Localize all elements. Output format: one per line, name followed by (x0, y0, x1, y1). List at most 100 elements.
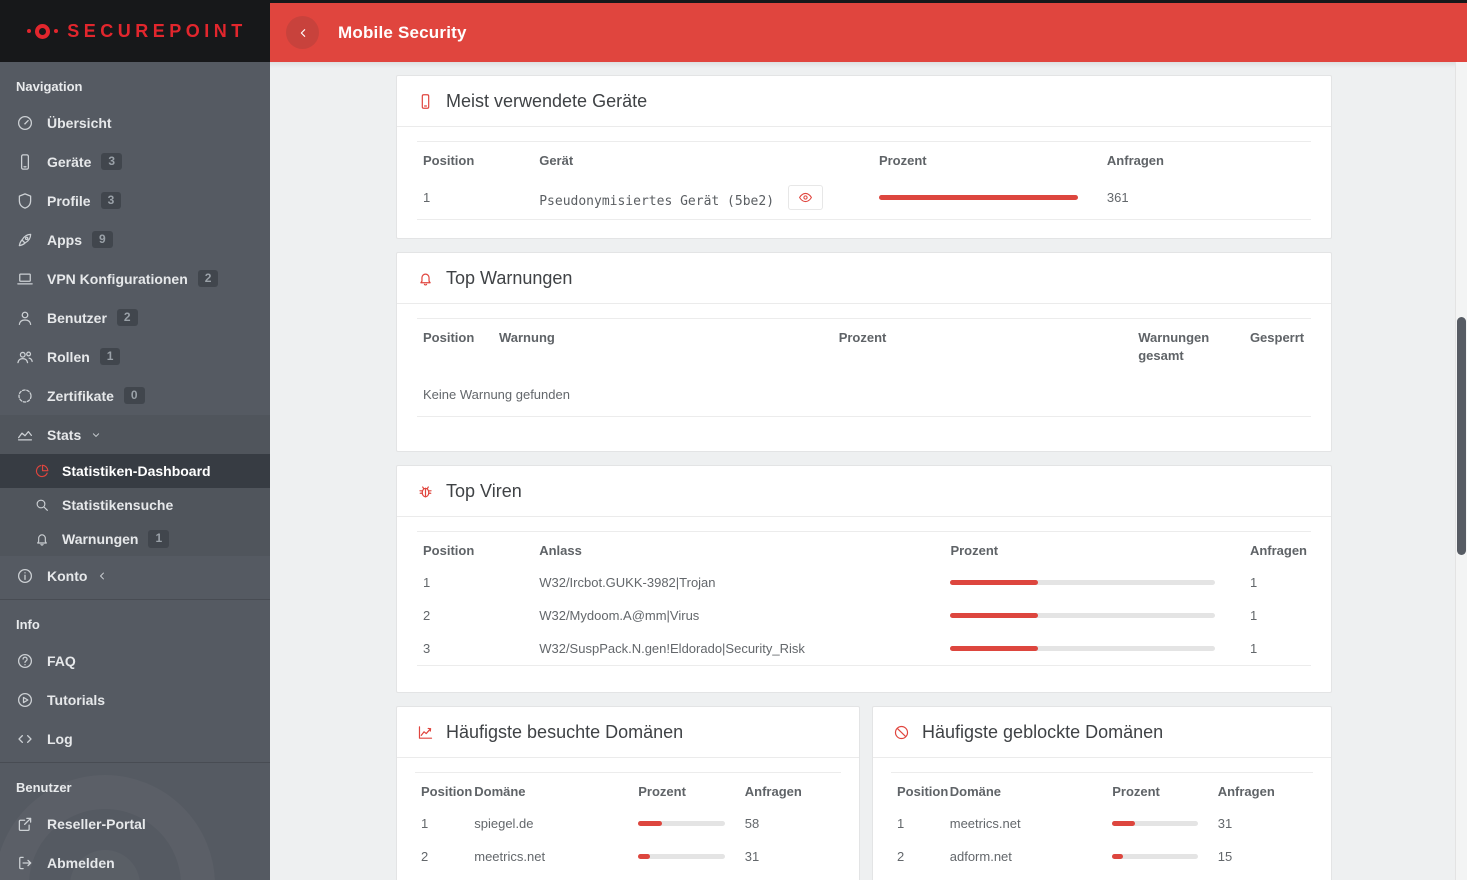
table-header-row: Position Domäne Prozent Anfragen (415, 772, 841, 807)
sidebar-item-uebersicht[interactable]: Übersicht (0, 103, 270, 142)
sidebar-item-reseller-portal[interactable]: Reseller-Portal (0, 804, 270, 843)
progress-bar (1112, 820, 1199, 826)
play-circle-icon (16, 691, 34, 709)
sidebar-item-zertifikate[interactable]: Zertifikate 0 (0, 376, 270, 415)
domain-cell: meetrics.net (474, 848, 546, 864)
card-top-viruses: Top Viren Position Anlass Prozent Anfrag… (396, 464, 1332, 693)
sidebar-item-label: VPN Konfigurationen (47, 270, 188, 287)
sidebar-item-geraete[interactable]: Geräte 3 (0, 142, 270, 181)
scrollbar-thumb[interactable] (1457, 317, 1466, 555)
position-cell: 2 (423, 607, 431, 623)
nav-section-benutzer: Benutzer (16, 780, 72, 795)
sidebar-item-label: Geräte (47, 153, 92, 170)
table-row: 1 spiegel.de 58 (415, 807, 841, 840)
eye-icon (798, 190, 813, 205)
card-most-blocked-domains: Häufigste geblockte Domänen Position Dom… (872, 705, 1332, 880)
sidebar-item-warnungen[interactable]: Warnungen 1 (0, 522, 270, 556)
table-row: 2 meetrics.net 31 (415, 840, 841, 873)
sidebar-item-apps[interactable]: Apps 9 (0, 220, 270, 259)
percent-cell (944, 632, 1243, 666)
progress-bar (1112, 853, 1199, 859)
column-header: Anfragen (1217, 783, 1275, 799)
column-header: Prozent (950, 542, 999, 558)
card-top-warnings: Top Warnungen Position Warnung Prozent W… (396, 252, 1332, 452)
bug-icon (417, 483, 434, 500)
percent-cell (632, 840, 739, 873)
percent-cell (944, 566, 1243, 599)
logout-icon (16, 854, 34, 872)
column-header: Anfragen (1249, 542, 1307, 558)
column-header: Position (423, 330, 475, 346)
sidebar-item-rollen[interactable]: Rollen 1 (0, 337, 270, 376)
gauge-icon (16, 114, 34, 132)
card-title: Häufigste geblockte Domänen (922, 721, 1164, 742)
position-cell: 1 (897, 815, 905, 831)
sidebar-item-faq[interactable]: FAQ (0, 641, 270, 680)
chevron-left-icon (95, 569, 109, 583)
view-device-button[interactable] (788, 185, 824, 211)
bell-icon (417, 270, 434, 287)
brand-name: SECUREPOINT (67, 20, 247, 41)
progress-bar (950, 645, 1215, 651)
sidebar-item-stats[interactable]: Stats (0, 415, 270, 454)
sidebar-item-statistikensuche[interactable]: Statistikensuche (0, 488, 270, 522)
card-title: Top Viren (446, 480, 522, 501)
table-row: 3 W32/SuspPack.N.gen!Eldorado|Security_R… (417, 632, 1311, 666)
percent-cell (1106, 807, 1212, 840)
search-icon (34, 497, 50, 513)
requests-cell: 31 (1217, 815, 1233, 831)
sidebar-item-abmelden[interactable]: Abmelden (0, 843, 270, 880)
cause-cell: W32/Ircbot.GUKK-3982|Trojan (539, 574, 716, 590)
card-most-visited-domains: Häufigste besuchte Domänen Position Domä… (396, 705, 860, 880)
column-header: Prozent (878, 153, 927, 168)
table-header-row: Position Domäne Prozent Anfragen (891, 772, 1313, 807)
count-badge: 1 (99, 347, 121, 366)
count-badge: 3 (101, 152, 123, 171)
column-header: Position (421, 783, 473, 799)
sidebar-item-label: Profile (47, 192, 91, 209)
sidebar-item-benutzer[interactable]: Benutzer 2 (0, 298, 270, 337)
sidebar-item-statistiken-dashboard[interactable]: Statistiken-Dashboard (0, 454, 270, 488)
card-most-used-devices: Meist verwendete Geräte Position Gerät P… (396, 75, 1332, 240)
table-row: 1 meetrics.net 31 (891, 807, 1313, 840)
sidebar-item-label: Stats (47, 426, 82, 443)
requests-cell: 15 (1217, 848, 1233, 864)
chevron-left-icon (295, 25, 311, 41)
sidebar-item-log[interactable]: Log (0, 719, 270, 758)
chevron-down-icon (89, 428, 103, 442)
sidebar-item-konto[interactable]: Konto (0, 556, 270, 595)
table-row: 2 adform.net 15 (891, 840, 1313, 873)
users-icon (16, 348, 34, 366)
ban-icon (893, 724, 910, 741)
brand-logo[interactable]: SECUREPOINT (0, 0, 270, 62)
question-icon (16, 652, 34, 670)
sidebar-item-label: Benutzer (47, 309, 107, 326)
sidebar: SECUREPOINT Navigation Übersicht Geräte … (0, 0, 270, 880)
count-badge: 3 (100, 191, 122, 210)
column-header: Position (423, 153, 475, 168)
back-button[interactable] (286, 16, 319, 49)
column-header: Gesperrt (1249, 330, 1305, 346)
table-row-empty: Keine Warnung gefunden (417, 372, 1311, 417)
column-header: Warnungen gesamt (1138, 330, 1210, 364)
phone-icon (16, 153, 34, 171)
vertical-scrollbar[interactable] (1455, 62, 1467, 880)
brand-mark-dot (54, 29, 59, 33)
sidebar-item-vpn-konfigurationen[interactable]: VPN Konfigurationen 2 (0, 259, 270, 298)
nav-section-info: Info (16, 617, 40, 632)
sidebar-item-tutorials[interactable]: Tutorials (0, 680, 270, 719)
domain-cell: meetrics.net (949, 815, 1021, 831)
count-badge: 2 (116, 308, 138, 327)
brand-mark-dot (27, 29, 32, 33)
column-header: Prozent (838, 330, 887, 346)
progress-bar (950, 612, 1215, 618)
column-header: Position (423, 542, 475, 558)
count-badge: 2 (197, 269, 219, 288)
column-header: Warnung (498, 330, 555, 346)
table-row: 2 W32/Mydoom.A@mm|Virus 1 (417, 599, 1311, 632)
sidebar-item-label: Log (47, 730, 73, 747)
column-header: Anfragen (1106, 153, 1164, 168)
sidebar-item-profile[interactable]: Profile 3 (0, 181, 270, 220)
column-header: Anlass (539, 542, 582, 558)
position-cell: 1 (421, 815, 429, 831)
